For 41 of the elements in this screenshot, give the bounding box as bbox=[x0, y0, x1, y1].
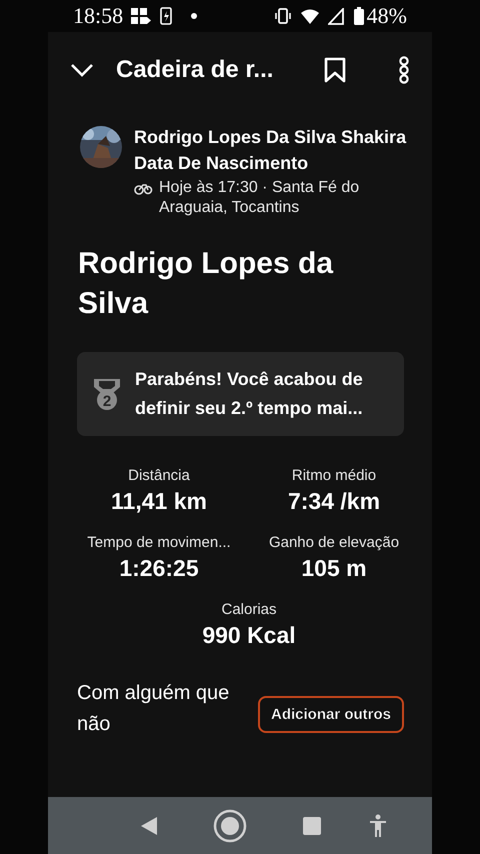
recents-button[interactable] bbox=[303, 816, 321, 834]
bookmark-icon bbox=[324, 56, 346, 84]
stat-value: 11,41 km bbox=[111, 487, 207, 516]
add-others-button[interactable]: Adicionar outros bbox=[258, 696, 404, 733]
back-icon bbox=[140, 816, 158, 836]
vibrate-icon bbox=[274, 7, 292, 25]
companion-prompt: Com alguém que não bbox=[77, 681, 230, 737]
achievement-card[interactable]: 2 Parabéns! Você acabou de definir seu 2.º tempo mai... bbox=[77, 352, 404, 436]
achievement-text: Parabéns! Você acabou de definir seu 2.º tempo mai... bbox=[135, 368, 364, 420]
stat-label: Calorias bbox=[221, 600, 277, 620]
charging-icon bbox=[159, 6, 174, 26]
battery-icon bbox=[354, 7, 364, 25]
more-icon bbox=[398, 56, 410, 84]
accessibility-icon bbox=[369, 814, 387, 837]
activity-meta: Hoje às 17:30 · Santa Fé do Araguaia, Tocantins bbox=[159, 178, 360, 218]
collapse-button[interactable] bbox=[70, 61, 94, 79]
page-title: Cadeira de r... bbox=[116, 56, 274, 84]
stat-label: Ritmo médio bbox=[292, 466, 376, 486]
app-grid-icon bbox=[131, 6, 152, 26]
accessibility-button[interactable] bbox=[369, 814, 387, 837]
home-icon bbox=[213, 808, 247, 842]
battery-level: 48% bbox=[366, 3, 407, 29]
stat-label: Ganho de elevação bbox=[268, 533, 400, 553]
bookmark-button[interactable] bbox=[324, 56, 346, 84]
activity-title: Rodrigo Lopes da Silva bbox=[78, 246, 334, 322]
chevron-down-icon bbox=[70, 61, 94, 79]
back-button[interactable] bbox=[140, 816, 158, 836]
more-button[interactable] bbox=[398, 56, 410, 84]
stat-label: Tempo de movimen... bbox=[87, 533, 231, 553]
home-button[interactable] bbox=[213, 808, 247, 842]
stat-value: 1:26:25 bbox=[119, 554, 199, 583]
wifi-icon bbox=[300, 8, 320, 24]
stat-value: 105 m bbox=[301, 554, 367, 583]
recents-icon bbox=[303, 816, 321, 834]
stat-value: 990 Kcal bbox=[202, 621, 296, 650]
stat-value: 7:34 /km bbox=[288, 487, 380, 516]
clock-time: 18:58 bbox=[73, 3, 124, 29]
dot-icon bbox=[191, 13, 198, 19]
athlete-name[interactable]: Rodrigo Lopes Da Silva Shakira Data De Nascimento bbox=[134, 124, 422, 176]
stat-label: Distância bbox=[128, 466, 190, 486]
signal-icon bbox=[328, 8, 344, 24]
